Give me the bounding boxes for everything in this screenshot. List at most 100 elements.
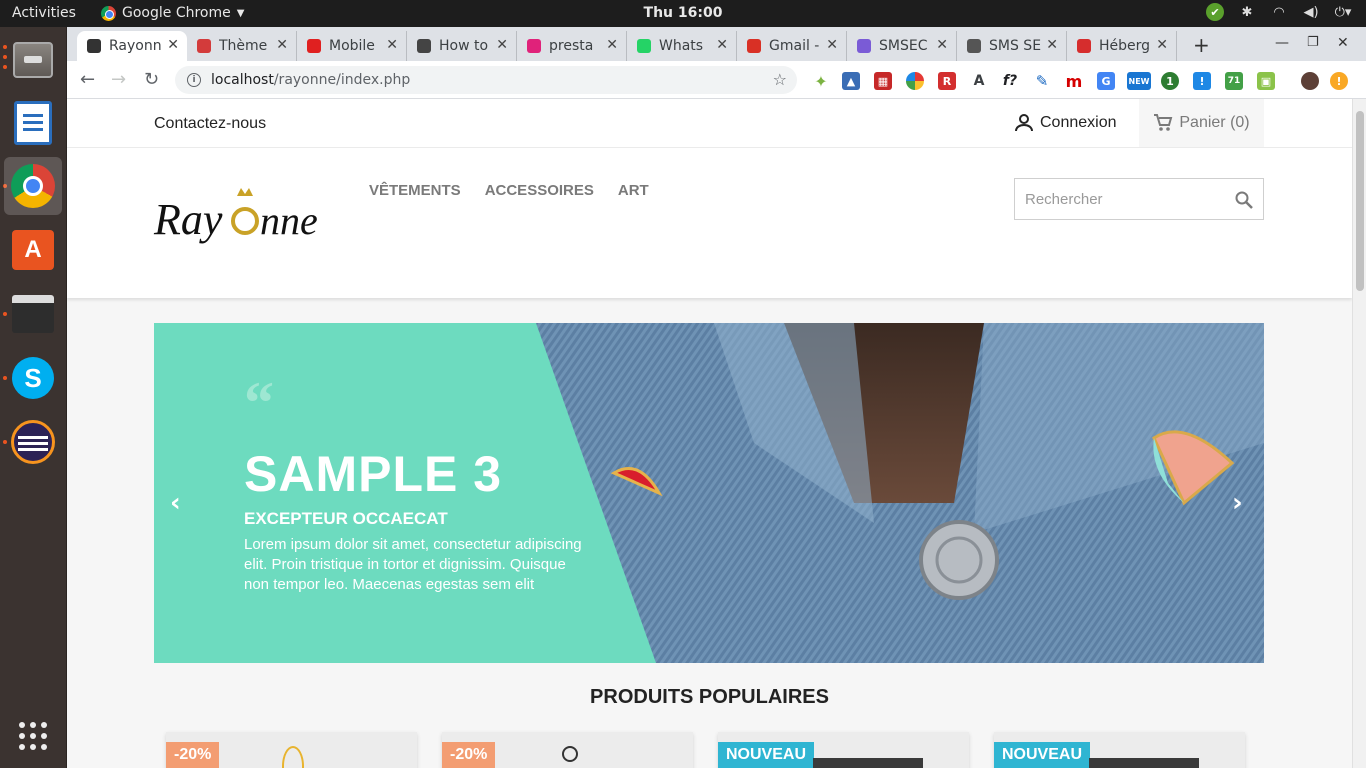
browser-window: Rayonne✕Thème✕Mobile✕How to✕presta✕Whats… [67,27,1366,768]
slack-icon[interactable]: ✱ [1238,3,1256,21]
menu-item-art[interactable]: ART [618,182,649,199]
function-icon[interactable]: f? [1001,72,1019,90]
files-icon[interactable] [4,31,62,89]
eclipse-icon[interactable] [4,413,62,471]
close-tab-icon[interactable]: ✕ [716,37,728,53]
update-check-icon[interactable]: ✔ [1206,3,1224,21]
font-icon[interactable]: A [970,72,988,90]
reload-icon[interactable]: ↻ [144,69,159,90]
video-editor-icon[interactable] [4,285,62,343]
tab-label: Gmail - [769,38,820,54]
header-nav: Contactez-nous Connexion Panier (0) [67,99,1352,148]
extension-icon[interactable]: ▦ [874,72,892,90]
product-card[interactable]: -20% [442,732,693,768]
close-tab-icon[interactable]: ✕ [496,37,508,53]
tab-strip: Rayonne✕Thème✕Mobile✕How to✕presta✕Whats… [67,27,1366,61]
extension-icon[interactable]: R [938,72,956,90]
tab-label: SMSEC [879,38,928,54]
translate-icon[interactable]: G [1097,72,1115,90]
favicon-icon [637,39,651,53]
tab-label: SMS SE [989,38,1041,54]
show-apps-icon[interactable] [4,707,62,765]
signin-link[interactable]: Connexion [1015,114,1117,132]
browser-tab[interactable]: SMS SE ✕ [957,31,1067,61]
eyedropper-icon[interactable]: ✎ [1033,72,1051,90]
signin-label: Connexion [1040,114,1117,131]
close-tab-icon[interactable]: ✕ [826,37,838,53]
favicon-icon [527,39,541,53]
close-tab-icon[interactable]: ✕ [1156,37,1168,53]
contact-link[interactable]: Contactez-nous [154,115,266,133]
writer-icon[interactable] [4,94,62,152]
extension-icon[interactable]: ▣ [1257,72,1275,90]
power-menu-icon[interactable]: ⏻▾ [1334,3,1352,21]
close-tab-icon[interactable]: ✕ [167,37,179,53]
favicon-icon [417,39,431,53]
browser-tab[interactable]: Whats ✕ [627,31,737,61]
carousel-next-icon[interactable]: › [1232,488,1243,518]
new-badge-icon[interactable]: NEW [1127,72,1151,90]
back-icon[interactable]: ← [80,69,95,90]
close-tab-icon[interactable]: ✕ [606,37,618,53]
site-info-icon[interactable]: i [187,73,201,87]
header-main: Ray nne VÊTEMENTS ACCESSOIRES ART Recher… [67,148,1352,298]
scrollbar[interactable] [1352,99,1366,768]
quote-icon: “ [244,370,274,436]
chrome-icon[interactable] [4,157,62,215]
extension-icon[interactable]: ▲ [842,72,860,90]
cart-button[interactable]: Panier (0) [1139,99,1264,147]
bookmark-star-icon[interactable]: ☆ [773,70,787,89]
browser-tab[interactable]: Mobile ✕ [297,31,407,61]
logo[interactable]: Ray nne [152,176,318,260]
address-bar[interactable]: i localhost/rayonne/index.php ☆ [175,66,797,94]
discount-flag: -20% [166,742,220,768]
page-viewport: Contactez-nous Connexion Panier (0) Ray … [67,99,1352,768]
forward-icon[interactable]: → [111,69,126,90]
browser-tab[interactable]: How to ✕ [407,31,517,61]
carousel-prev-icon[interactable]: ‹ [170,488,181,518]
wifi-icon[interactable]: ◠ [1270,3,1288,21]
hero-carousel[interactable]: ‹ › “ SAMPLE 3 EXCEPTEUR OCCAECAT Lorem … [154,323,1264,663]
alert-icon[interactable]: ! [1330,72,1348,90]
tab-label: Thème [219,38,268,54]
clock[interactable]: Thu 16:00 [0,5,1366,21]
color-wheel-icon[interactable] [906,72,924,90]
browser-tab[interactable]: presta ✕ [517,31,627,61]
close-window-icon[interactable]: ✕ [1337,35,1349,51]
menu-item-accessoires[interactable]: ACCESSOIRES [485,182,594,199]
new-tab-button[interactable]: + [1193,33,1210,57]
extension-icon[interactable]: ! [1193,72,1211,90]
system-top-bar: Activities Google Chrome ▼ Thu 16:00 ✔ ✱… [0,0,1366,27]
search-input[interactable]: Rechercher [1014,178,1264,220]
product-card[interactable]: -20% [166,732,417,768]
product-card[interactable]: NOUVEAU [718,732,969,768]
skype-icon[interactable]: S [4,349,62,407]
volume-icon[interactable]: ◀) [1302,3,1320,21]
favicon-icon [747,39,761,53]
menu-item-vetements[interactable]: VÊTEMENTS [369,182,461,199]
product-card[interactable]: NOUVEAU [994,732,1245,768]
maximize-icon[interactable]: ❐ [1307,35,1319,50]
browser-tab[interactable]: Rayonne ✕ [77,31,187,61]
svg-text:Ray: Ray [153,195,223,244]
cart-icon [1154,114,1173,131]
scrollbar-thumb[interactable] [1356,111,1364,291]
extension-icon[interactable]: 1 [1161,72,1179,90]
close-tab-icon[interactable]: ✕ [386,37,398,53]
browser-tab[interactable]: Gmail - ✕ [737,31,847,61]
browser-tab[interactable]: Thème ✕ [187,31,297,61]
close-tab-icon[interactable]: ✕ [276,37,288,53]
minimize-icon[interactable]: — [1275,35,1289,51]
browser-tab[interactable]: SMSEC ✕ [847,31,957,61]
browser-tab[interactable]: Héberg ✕ [1067,31,1177,61]
software-center-icon[interactable]: A [4,221,62,279]
close-tab-icon[interactable]: ✕ [1046,37,1058,53]
product-thumbnail [813,758,923,768]
search-icon[interactable] [1235,191,1253,209]
android-icon[interactable]: ✦ [812,72,830,91]
tab-label: Héberg [1099,38,1151,54]
avatar[interactable] [1301,72,1319,90]
close-tab-icon[interactable]: ✕ [936,37,948,53]
whatsapp-extension-icon[interactable]: 71 [1225,72,1243,90]
extension-icon[interactable]: m [1065,72,1083,91]
